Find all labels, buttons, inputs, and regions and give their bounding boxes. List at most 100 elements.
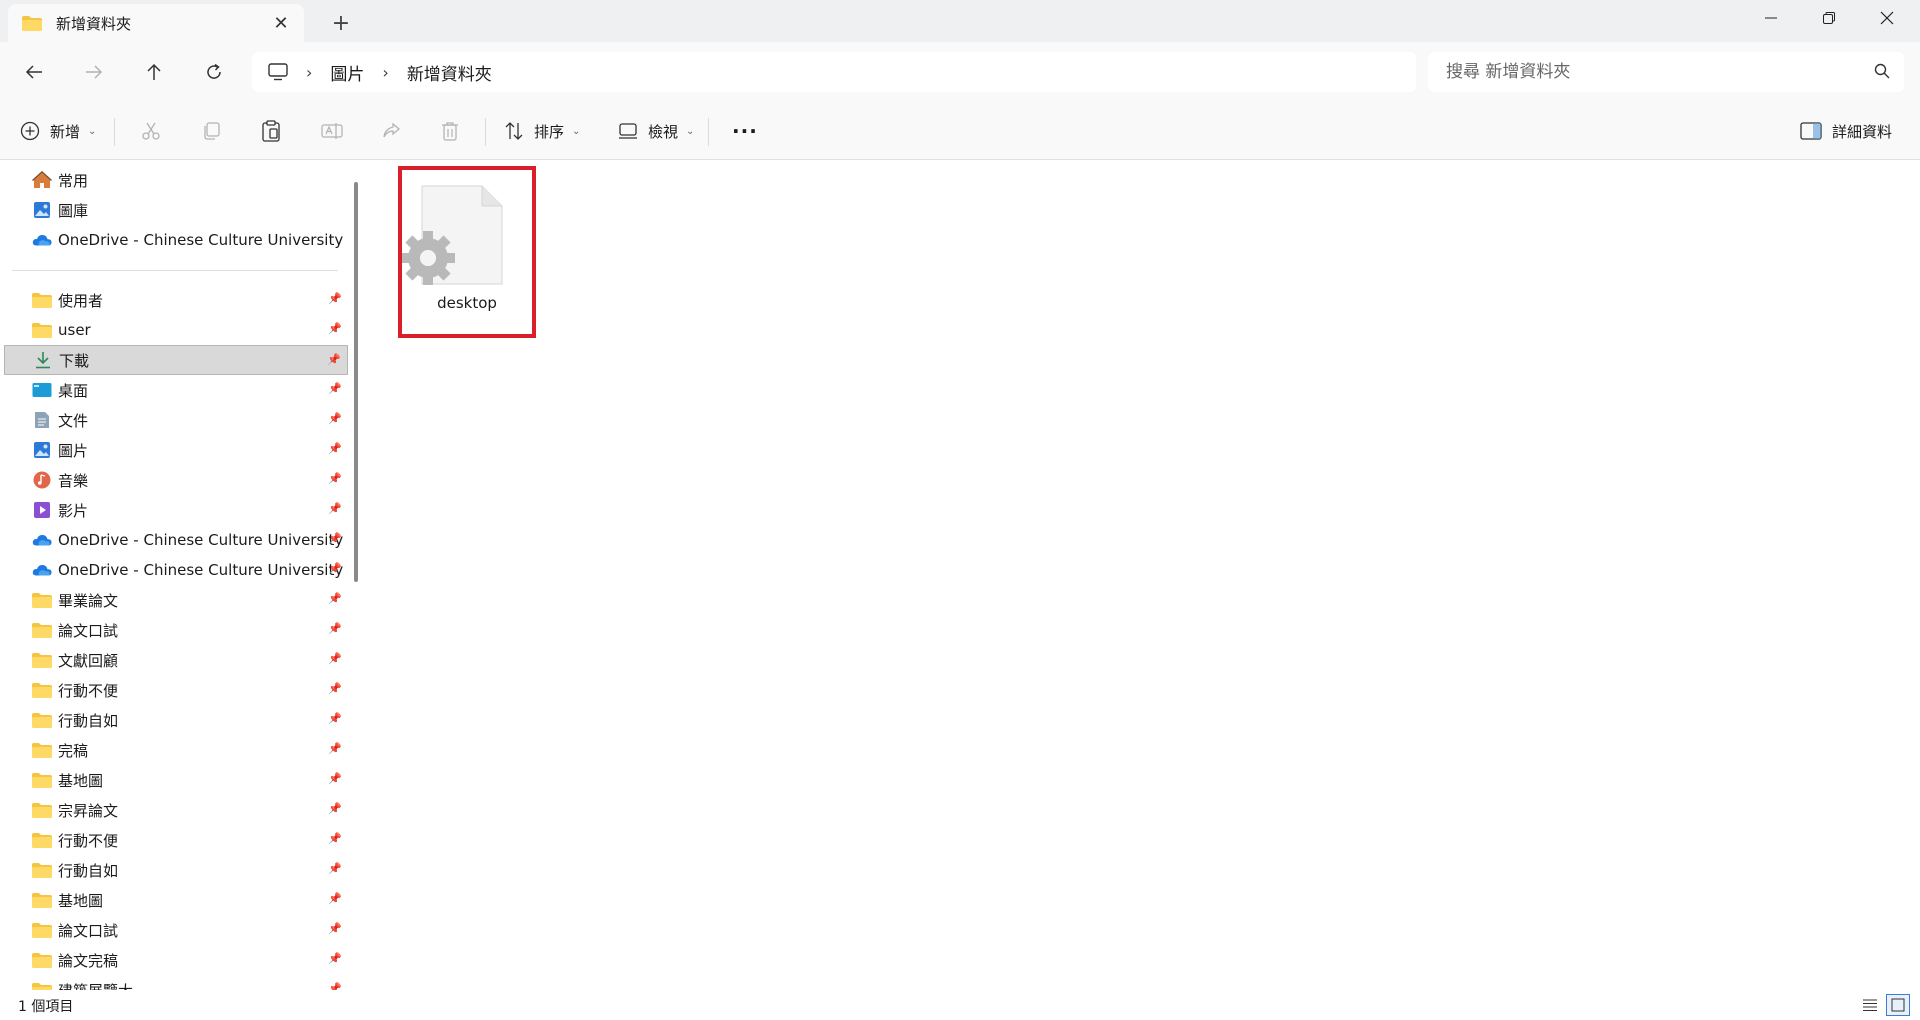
sidebar-item[interactable]: 文件 📌 [4,405,348,435]
sidebar-divider [12,270,338,271]
folder-icon [32,771,52,789]
sidebar-item[interactable]: 行動自如 📌 [4,705,348,735]
chevron-down-icon: ⌄ [686,125,695,137]
close-window-button[interactable] [1858,0,1916,36]
view-icon [619,123,637,139]
pin-icon: 📌 [328,292,342,305]
sidebar-item[interactable]: 桌面 📌 [4,375,348,405]
search-input[interactable] [1446,62,1846,82]
pin-icon: 📌 [328,682,342,695]
pin-icon: 📌 [328,802,342,815]
breadcrumb-separator: › [306,62,313,82]
toolbar-divider [485,118,486,146]
breadcrumb-pictures[interactable]: 圖片 [330,60,364,85]
sidebar-item[interactable]: 行動自如 📌 [4,855,348,885]
details-pane-button[interactable]: 詳細資料 [1800,114,1892,148]
folder-icon [32,711,52,729]
sidebar-item[interactable]: 行動不便 📌 [4,825,348,855]
pin-icon: 📌 [328,952,342,965]
breadcrumb-new-folder[interactable]: 新增資料夾 [407,60,492,85]
pin-icon: 📌 [328,322,342,335]
sidebar-item[interactable]: OneDrive - Chinese Culture University (📌 [4,555,348,585]
new-tab-button[interactable]: + [326,8,356,38]
close-tab-button[interactable]: ✕ [268,10,294,36]
address-bar[interactable]: › 圖片 › 新增資料夾 [252,52,1416,92]
sidebar-item-label: 文件 [58,411,89,430]
folder-icon [32,921,52,939]
up-button[interactable] [136,54,172,90]
sidebar-item[interactable]: 文獻回顧 📌 [4,645,348,675]
sidebar-item-label: 基地圖 [58,771,104,790]
sidebar-item[interactable]: OneDrive - Chinese Culture University (1… [4,225,348,255]
sidebar-item[interactable]: 完稿 📌 [4,735,348,765]
delete-button[interactable] [441,114,459,148]
sidebar-item[interactable]: user 📌 [4,315,348,345]
sidebar-item-label: OneDrive - Chinese Culture University (1… [58,231,348,249]
minimize-button[interactable] [1742,0,1800,36]
sidebar-item[interactable]: 論文完稿 📌 [4,945,348,975]
back-button[interactable] [16,54,52,90]
pin-icon: 📌 [328,592,342,605]
rename-button[interactable] [321,114,343,148]
rename-icon [321,123,343,139]
toolbar-divider [114,118,115,146]
sidebar-item[interactable]: 使用者 📌 [4,285,348,315]
view-button[interactable]: 檢視 ⌄ [618,114,694,148]
sidebar-item[interactable]: 基地圖 📌 [4,765,348,795]
more-options-button[interactable]: ··· [732,114,758,148]
refresh-icon [207,63,221,79]
sidebar-scrollbar[interactable] [354,182,358,582]
sidebar-item-label: 音樂 [58,471,89,490]
new-button[interactable]: 新增 ⌄ [20,114,96,148]
toolbar-divider [708,118,709,146]
sidebar-item[interactable]: 常用 [4,165,348,195]
folder-icon [32,831,52,849]
copy-button[interactable] [201,114,221,148]
sidebar-item-label: 完稿 [58,741,89,760]
sidebar-item[interactable]: 影片 📌 [4,495,348,525]
sidebar-item[interactable]: 圖庫 [4,195,348,225]
sidebar-item[interactable]: 下載 📌 [4,345,348,375]
share-button[interactable] [381,114,401,148]
folder-icon [32,591,52,609]
pin-icon: 📌 [328,382,342,395]
folder-tab[interactable]: 新增資料夾 ✕ [8,4,304,42]
sidebar-item[interactable]: 論文口試 📌 [4,915,348,945]
pin-icon: 📌 [328,562,342,575]
pin-icon: 📌 [328,922,342,935]
forward-button[interactable] [76,54,112,90]
sidebar-item[interactable]: 行動不便 📌 [4,675,348,705]
sidebar-item-label: 圖片 [58,441,89,460]
details-pane-icon [1800,122,1822,140]
sidebar-item-label: 宗昇論文 [58,801,119,820]
sidebar-item[interactable]: 宗昇論文 📌 [4,795,348,825]
sidebar-item[interactable]: OneDrive - Chinese Culture University 📌 [4,525,348,555]
file-name: desktop [437,294,497,312]
list-view-icon [1863,999,1877,1011]
sidebar-item[interactable]: 建築展覽大 📌 [4,975,348,990]
chevron-down-icon: ⌄ [88,125,97,137]
details-view-button[interactable] [1858,994,1882,1016]
view-button-label: 檢視 [648,122,679,141]
search-box[interactable] [1428,52,1904,92]
sidebar-item[interactable]: 畢業論文 📌 [4,585,348,615]
folder-icon [32,981,52,990]
folder-icon [32,651,52,669]
cut-button[interactable] [141,114,161,148]
tab-title: 新增資料夾 [56,14,132,33]
paste-button[interactable] [261,114,281,148]
sidebar-item-label: 文獻回顧 [58,651,119,670]
sort-button[interactable]: 排序 ⌄ [504,114,580,148]
sidebar-item[interactable]: 圖片 📌 [4,435,348,465]
folder-icon [22,15,42,31]
sidebar-item[interactable]: 基地圖 📌 [4,885,348,915]
sidebar-item[interactable]: 論文口試 📌 [4,615,348,645]
sidebar-item[interactable]: 音樂 📌 [4,465,348,495]
restore-button[interactable] [1800,0,1858,36]
large-icons-view-button[interactable] [1886,994,1910,1016]
pin-icon: 📌 [328,742,342,755]
sidebar-item-label: OneDrive - Chinese Culture University [58,531,344,549]
refresh-button[interactable] [196,54,232,90]
command-bar: 新增 ⌄ 排序 ⌄ 檢視 ⌄ ··· 詳細資料 [0,102,1920,160]
file-item-desktop[interactable]: desktop [398,166,536,338]
